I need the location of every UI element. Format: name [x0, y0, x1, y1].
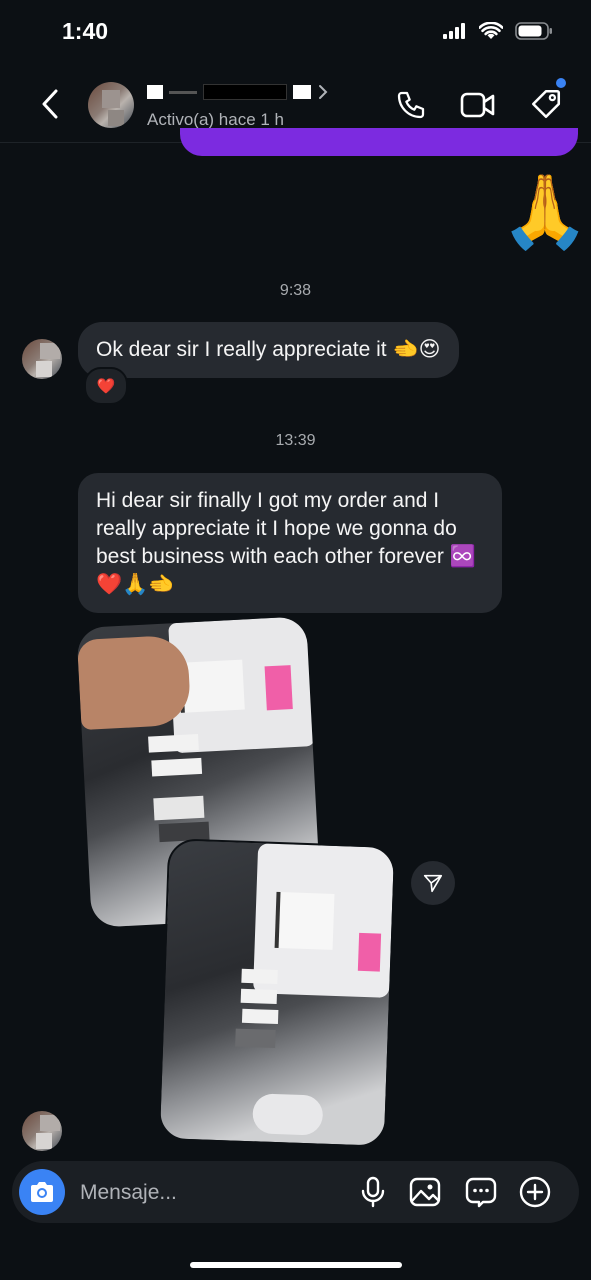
photo-product-box: [240, 988, 278, 1004]
camera-button[interactable]: [19, 1169, 65, 1215]
plus-circle-icon: [519, 1176, 551, 1208]
phone-icon: [397, 91, 425, 119]
sent-message-bubble[interactable]: [180, 128, 578, 156]
status-icons: [443, 22, 553, 40]
chevron-right-icon: [319, 85, 328, 99]
chevron-left-icon: [42, 89, 58, 119]
sent-emoji-message[interactable]: 🙏: [500, 170, 590, 254]
sender-avatar[interactable]: [22, 339, 62, 379]
share-button[interactable]: [411, 861, 455, 905]
contact-name-redacted: [147, 80, 329, 104]
contact-avatar[interactable]: [88, 82, 134, 128]
photo-pink-sticker: [264, 665, 293, 711]
reaction-badge[interactable]: ❤️: [84, 367, 128, 405]
message-bubble-icon: [465, 1177, 497, 1208]
tag-button[interactable]: [526, 84, 566, 124]
gallery-button[interactable]: [407, 1174, 443, 1210]
timestamp: 9:38: [279, 282, 312, 299]
photo-product-box: [151, 757, 203, 777]
received-message-bubble[interactable]: Ok dear sir I really appreciate it 🫲😍: [78, 322, 459, 378]
signal-icon: [443, 23, 465, 39]
image-icon: [409, 1177, 441, 1207]
photo-product-box: [235, 1028, 276, 1048]
message-input[interactable]: [78, 1178, 342, 1208]
video-camera-icon: [460, 92, 495, 118]
contact-status: Activo(a) hace 1 h: [147, 110, 285, 129]
sender-avatar[interactable]: [22, 1111, 62, 1151]
sticker-button[interactable]: [462, 1174, 500, 1210]
status-time: 1:40: [62, 18, 109, 44]
tag-icon: [531, 89, 561, 119]
send-icon: [423, 874, 443, 893]
timestamp: 13:39: [275, 432, 316, 449]
add-button[interactable]: [517, 1174, 553, 1210]
notification-dot: [556, 78, 566, 88]
microphone-icon: [361, 1176, 385, 1208]
photo-product-box: [241, 1008, 279, 1025]
photo-product-box: [241, 968, 278, 985]
video-call-button[interactable]: [458, 86, 498, 124]
wifi-icon: [479, 22, 503, 39]
photo-label: [274, 891, 335, 950]
home-indicator: [190, 1262, 402, 1268]
back-button[interactable]: [36, 86, 64, 122]
photo-pink-sticker: [357, 932, 382, 972]
voice-message-button[interactable]: [356, 1174, 390, 1210]
battery-icon: [515, 22, 552, 40]
received-photo[interactable]: [157, 838, 397, 1148]
call-button[interactable]: [392, 86, 430, 124]
photo-product-box: [153, 795, 205, 821]
photo-bag: [252, 1093, 324, 1136]
received-message-bubble[interactable]: Hi dear sir finally I got my order and I…: [78, 473, 502, 613]
photo-product-box: [148, 733, 199, 753]
camera-icon: [31, 1182, 53, 1202]
contact-info[interactable]: Activo(a) hace 1 h: [147, 80, 329, 130]
photo-hand: [76, 634, 192, 731]
